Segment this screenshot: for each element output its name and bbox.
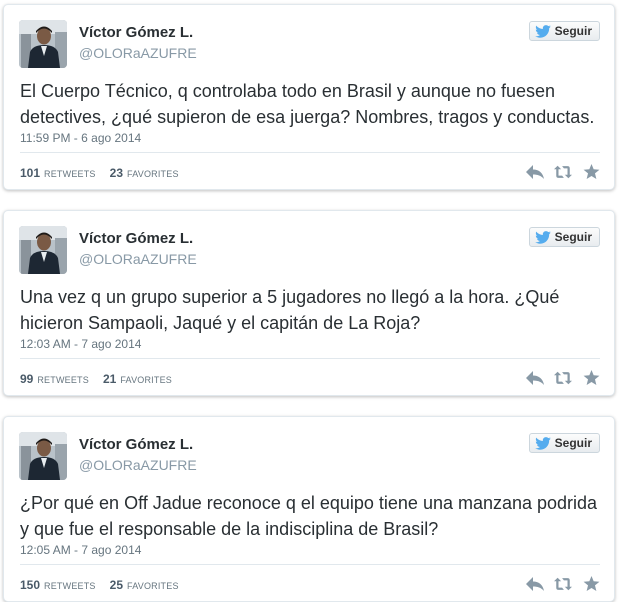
retweets-label: RETWEETS bbox=[37, 375, 89, 385]
tweet-card: Víctor Gómez L. @OLORaAZUFRE Seguir Una … bbox=[3, 210, 615, 396]
tweet-text: El Cuerpo Técnico, q controlaba todo en … bbox=[20, 81, 595, 127]
tweet-timestamp[interactable]: 12:03 AM - 7 ago 2014 bbox=[20, 337, 141, 351]
user-fullname[interactable]: Víctor Gómez L. bbox=[79, 230, 193, 247]
follow-label: Seguir bbox=[554, 230, 592, 244]
tweet-actions bbox=[526, 163, 600, 181]
divider bbox=[20, 564, 600, 565]
user-handle[interactable]: @OLORaAZUFRE bbox=[79, 457, 197, 473]
tweet-timestamp[interactable]: 11:59 PM - 6 ago 2014 bbox=[20, 131, 141, 145]
retweets-label: RETWEETS bbox=[44, 169, 96, 179]
retweet-icon[interactable] bbox=[554, 575, 572, 593]
tweet-card: Víctor Gómez L. @OLORaAZUFRE Seguir El C… bbox=[3, 4, 615, 190]
tweet-actions bbox=[526, 369, 600, 387]
favorite-star-icon[interactable] bbox=[582, 369, 600, 387]
reply-icon[interactable] bbox=[526, 369, 544, 387]
retweets-count[interactable]: 150 bbox=[20, 578, 40, 592]
retweet-icon[interactable] bbox=[554, 369, 572, 387]
tweet-stats: 150 RETWEETS 25 FAVORITES bbox=[20, 578, 179, 592]
follow-button[interactable]: Seguir bbox=[528, 227, 600, 247]
tweet-text: ¿Por qué en Off Jadue reconoce q el equi… bbox=[20, 493, 598, 539]
reply-icon[interactable] bbox=[526, 163, 544, 181]
favorite-star-icon[interactable] bbox=[582, 163, 600, 181]
twitter-bird-icon bbox=[534, 436, 551, 450]
reply-icon[interactable] bbox=[526, 575, 544, 593]
user-handle[interactable]: @OLORaAZUFRE bbox=[79, 45, 197, 61]
favorites-count[interactable]: 23 bbox=[110, 166, 123, 180]
avatar[interactable] bbox=[19, 432, 67, 480]
favorites-label: FAVORITES bbox=[120, 375, 172, 385]
favorite-star-icon[interactable] bbox=[582, 575, 600, 593]
user-fullname[interactable]: Víctor Gómez L. bbox=[79, 436, 193, 453]
tweet-stats: 99 RETWEETS 21 FAVORITES bbox=[20, 372, 172, 386]
divider bbox=[20, 358, 600, 359]
favorites-count[interactable]: 25 bbox=[110, 578, 123, 592]
user-fullname[interactable]: Víctor Gómez L. bbox=[79, 24, 193, 41]
favorites-count[interactable]: 21 bbox=[103, 372, 116, 386]
follow-button[interactable]: Seguir bbox=[528, 21, 600, 41]
favorites-label: FAVORITES bbox=[127, 169, 179, 179]
divider bbox=[20, 152, 600, 153]
tweet-timestamp[interactable]: 12:05 AM - 7 ago 2014 bbox=[20, 543, 141, 557]
tweet-actions bbox=[526, 575, 600, 593]
retweets-count[interactable]: 99 bbox=[20, 372, 33, 386]
avatar[interactable] bbox=[19, 20, 67, 68]
tweet-stats: 101 RETWEETS 23 FAVORITES bbox=[20, 166, 179, 180]
twitter-bird-icon bbox=[534, 230, 551, 244]
retweets-count[interactable]: 101 bbox=[20, 166, 40, 180]
tweet-text: Una vez q un grupo superior a 5 jugadore… bbox=[20, 287, 560, 333]
follow-button[interactable]: Seguir bbox=[528, 433, 600, 453]
retweets-label: RETWEETS bbox=[44, 581, 96, 591]
follow-label: Seguir bbox=[554, 24, 592, 38]
tweet-card: Víctor Gómez L. @OLORaAZUFRE Seguir ¿Por… bbox=[3, 416, 615, 602]
avatar[interactable] bbox=[19, 226, 67, 274]
favorites-label: FAVORITES bbox=[127, 581, 179, 591]
follow-label: Seguir bbox=[554, 436, 592, 450]
retweet-icon[interactable] bbox=[554, 163, 572, 181]
twitter-bird-icon bbox=[534, 24, 551, 38]
user-handle[interactable]: @OLORaAZUFRE bbox=[79, 251, 197, 267]
